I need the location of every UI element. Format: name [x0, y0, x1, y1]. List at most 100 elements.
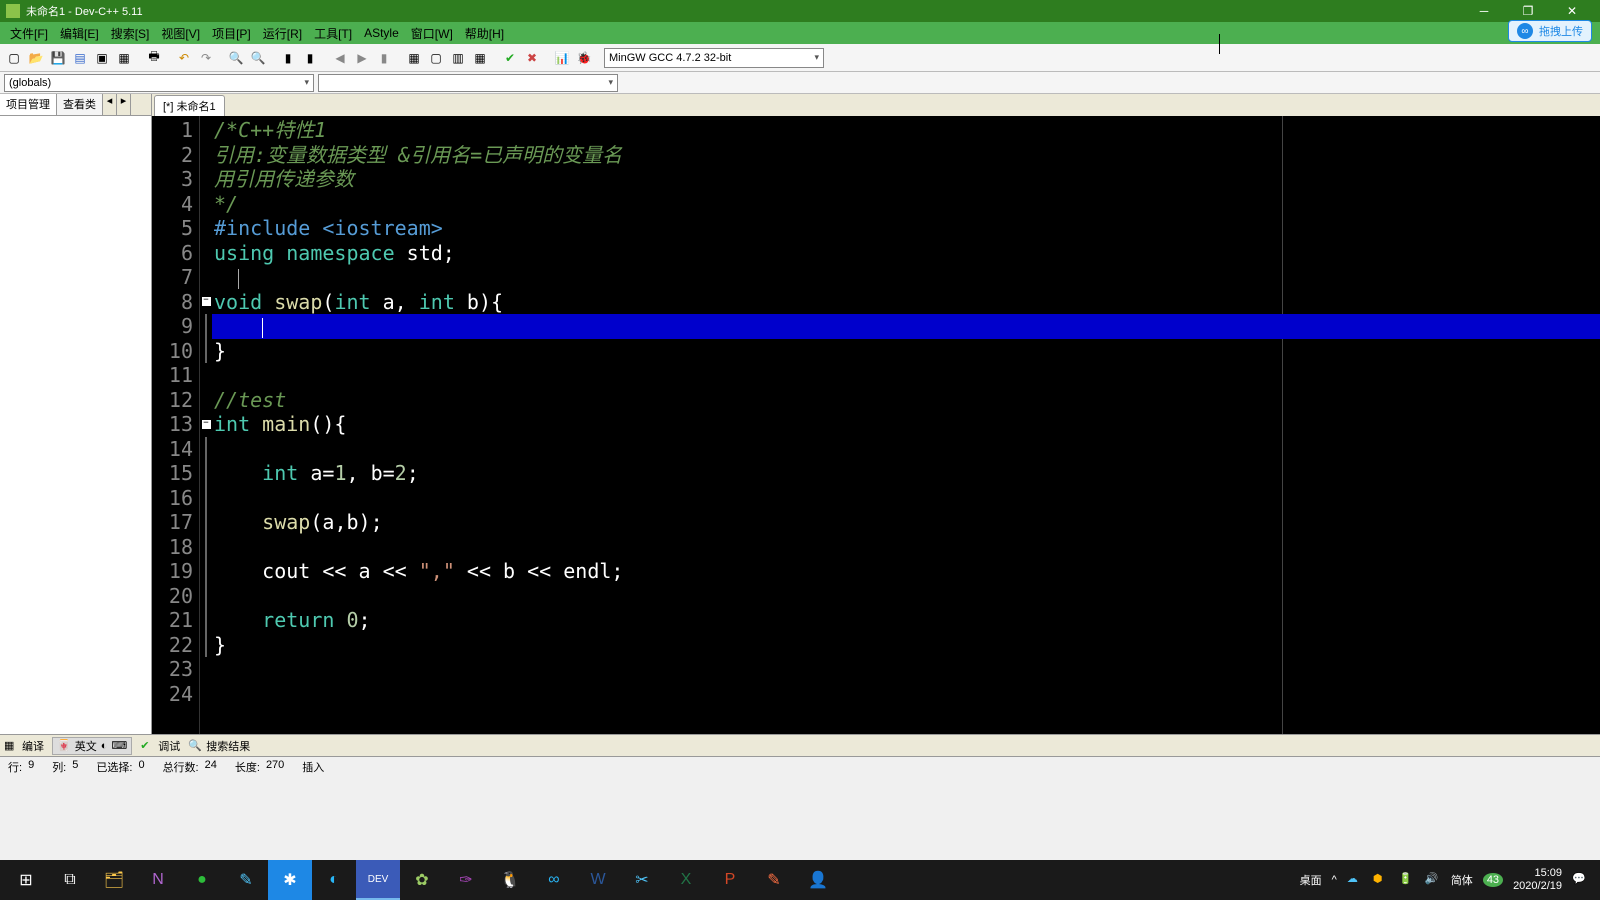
code-area[interactable]: 123456789101112131415161718192021222324 … — [152, 116, 1600, 734]
code-line[interactable]: return 0; — [212, 608, 1600, 633]
fold-toggle-icon[interactable]: − — [202, 420, 211, 429]
profile-icon[interactable]: 📊 — [552, 48, 572, 68]
snip-icon[interactable]: ✂ — [620, 860, 664, 900]
tray-chevron-icon[interactable]: ^ — [1332, 874, 1337, 886]
debug-icon[interactable]: 🐞 — [574, 48, 594, 68]
code-line[interactable]: /*C++特性1 — [212, 118, 1600, 143]
code-line[interactable] — [212, 265, 1600, 290]
tray-badge[interactable]: 43 — [1483, 873, 1503, 887]
tab-compile-results[interactable]: ▦ 编译 — [4, 738, 44, 754]
tray-shield-icon[interactable]: ⬢ — [1373, 872, 1389, 888]
tab-classes[interactable]: 查看类 — [57, 94, 103, 115]
tab-nav-right[interactable]: ▸ — [117, 94, 131, 115]
redo-icon[interactable]: ↷ — [196, 48, 216, 68]
save-icon[interactable]: 💾 — [48, 48, 68, 68]
excel-icon[interactable]: X — [664, 860, 708, 900]
close-button[interactable]: ✕ — [1550, 0, 1594, 22]
compiler-select[interactable]: MinGW GCC 4.7.2 32-bit — [604, 48, 824, 68]
minimize-button[interactable]: ─ — [1462, 0, 1506, 22]
drop-icon[interactable]: ◐ — [312, 860, 356, 900]
undo-icon[interactable]: ↶ — [174, 48, 194, 68]
compile-run-icon[interactable]: ▥ — [448, 48, 468, 68]
devcpp-icon[interactable]: DEV — [356, 860, 400, 900]
member-select[interactable] — [318, 74, 618, 92]
bookmark-icon[interactable]: ▶ — [352, 48, 372, 68]
code-line[interactable] — [212, 363, 1600, 388]
tab-search-results[interactable]: 🔍 搜索结果 — [188, 738, 250, 754]
code-line[interactable]: */ — [212, 192, 1600, 217]
code-line[interactable] — [212, 682, 1600, 707]
find-icon[interactable]: 🔍 — [226, 48, 246, 68]
pen-icon[interactable]: ✎ — [224, 860, 268, 900]
code-line[interactable]: int main(){ — [212, 412, 1600, 437]
open-file-icon[interactable]: 📂 — [26, 48, 46, 68]
code-line[interactable]: cout << a << "," << b << endl; — [212, 559, 1600, 584]
code-line[interactable]: //test — [212, 388, 1600, 413]
menu-project[interactable]: 项目[P] — [206, 25, 257, 42]
onenote-icon[interactable]: N — [136, 860, 180, 900]
cancel-icon[interactable]: ✖ — [522, 48, 542, 68]
menu-file[interactable]: 文件[F] — [4, 25, 54, 42]
code-line[interactable]: 引用:变量数据类型 &引用名=已声明的变量名 — [212, 143, 1600, 168]
tray-notification-icon[interactable]: 💬 — [1572, 872, 1588, 888]
tray-cloud-icon[interactable]: ☁ — [1347, 872, 1363, 888]
run-icon[interactable]: ▢ — [426, 48, 446, 68]
word-icon[interactable]: W — [576, 860, 620, 900]
code-line[interactable]: } — [212, 339, 1600, 364]
code-line[interactable]: 用引用传递参数 — [212, 167, 1600, 192]
tab-debug[interactable]: ✔ 调试 — [140, 738, 180, 754]
ppt-icon[interactable]: P — [708, 860, 752, 900]
menu-search[interactable]: 搜索[S] — [105, 25, 156, 42]
menu-astyle[interactable]: AStyle — [358, 26, 405, 40]
code-line[interactable]: #include <iostream> — [212, 216, 1600, 241]
save-all-icon[interactable]: ▤ — [70, 48, 90, 68]
cloud-app-icon[interactable]: ∞ — [532, 860, 576, 900]
code-line[interactable] — [212, 314, 1600, 339]
rebuild-icon[interactable]: ▦ — [470, 48, 490, 68]
tray-lang[interactable]: 简体 — [1451, 872, 1473, 888]
taskview-icon[interactable]: ⧉ — [48, 860, 92, 900]
code-line[interactable] — [212, 437, 1600, 462]
goto-icon[interactable]: ◀ — [330, 48, 350, 68]
menu-view[interactable]: 视图[V] — [155, 25, 206, 42]
menu-window[interactable]: 窗口[W] — [405, 25, 459, 42]
user-icon[interactable]: 👤 — [796, 860, 840, 900]
menu-run[interactable]: 运行[R] — [257, 25, 308, 42]
menu-tools[interactable]: 工具[T] — [308, 25, 358, 42]
wechat-icon[interactable]: ● — [180, 860, 224, 900]
fold-toggle-icon[interactable]: − — [202, 297, 211, 306]
new-file-icon[interactable]: ▢ — [4, 48, 24, 68]
feather-icon[interactable]: ✑ — [444, 860, 488, 900]
fold-cell[interactable]: − — [200, 290, 212, 315]
scope-select[interactable]: (globals) — [4, 74, 314, 92]
code-line[interactable]: swap(a,b); — [212, 510, 1600, 535]
code-line[interactable]: int a=1, b=2; — [212, 461, 1600, 486]
tray-battery-icon[interactable]: 🔋 — [1399, 872, 1415, 888]
code-line[interactable]: } — [212, 633, 1600, 658]
code-content[interactable]: /*C++特性1引用:变量数据类型 &引用名=已声明的变量名用引用传递参数*/#… — [212, 116, 1600, 734]
bookmark2-icon[interactable]: ▮ — [374, 48, 394, 68]
editor-tab-1[interactable]: [*] 未命名1 — [154, 95, 225, 116]
code-line[interactable]: void swap(int a, int b){ — [212, 290, 1600, 315]
check-icon[interactable]: ✔ — [500, 48, 520, 68]
note-icon[interactable]: ✎ — [752, 860, 796, 900]
replace-icon[interactable]: 🔍 — [248, 48, 268, 68]
tab-nav-left[interactable]: ◂ — [103, 94, 117, 115]
cloud-upload-button[interactable]: ∞ 拖拽上传 — [1508, 20, 1592, 42]
code-line[interactable] — [212, 486, 1600, 511]
gear-icon[interactable]: ✿ — [400, 860, 444, 900]
code-line[interactable]: using namespace std; — [212, 241, 1600, 266]
code-line[interactable] — [212, 535, 1600, 560]
tray-desktop[interactable]: 桌面 — [1300, 872, 1322, 888]
tray-clock[interactable]: 15:09 2020/2/19 — [1513, 867, 1562, 893]
forward-icon[interactable]: ▮ — [300, 48, 320, 68]
back-icon[interactable]: ▮ — [278, 48, 298, 68]
explorer-icon[interactable]: 🗂 — [92, 860, 136, 900]
tray-volume-icon[interactable]: 🔊 — [1425, 872, 1441, 888]
menu-edit[interactable]: 编辑[E] — [54, 25, 105, 42]
maximize-button[interactable]: ❐ — [1506, 0, 1550, 22]
code-line[interactable] — [212, 584, 1600, 609]
asterisk-icon[interactable]: ✱ — [268, 860, 312, 900]
menu-help[interactable]: 帮助[H] — [459, 25, 510, 42]
compile-icon[interactable]: ▦ — [404, 48, 424, 68]
